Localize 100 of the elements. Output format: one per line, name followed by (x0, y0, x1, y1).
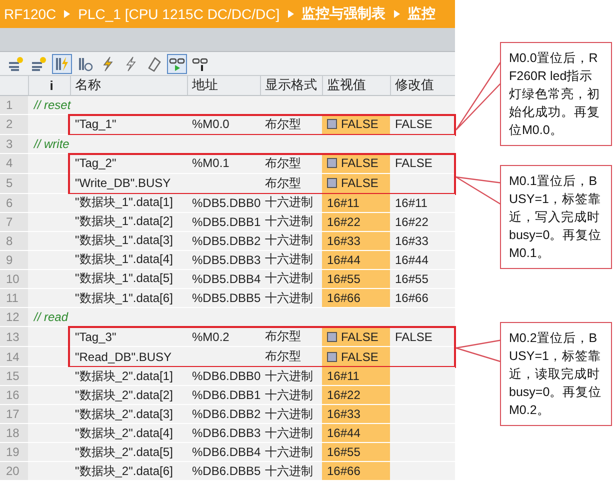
address-cell-text: %DB5.DBB3 (191, 252, 260, 269)
row-number: 12 (0, 308, 28, 326)
modify-value-cell-text: FALSE (394, 116, 434, 134)
monitor-value-cell: 16#44 (322, 424, 390, 442)
tag-name-cell-text: "数据块_1".data[5] (74, 270, 174, 288)
chevron-icon (394, 10, 400, 18)
tag-name-cell-text: "数据块_2".data[5] (74, 444, 174, 461)
format-cell-text: 十六进制 (264, 251, 314, 268)
address-cell-text: %DB6.DBB5 (191, 463, 260, 480)
address-cell-text: %DB5.DBB1 (191, 214, 260, 231)
row-number: 16 (0, 386, 28, 404)
row-number: 17 (0, 405, 28, 424)
format-cell-text: 十六进制 (264, 290, 314, 306)
tag-name-cell-text: "数据块_2".data[4] (74, 424, 174, 442)
row-number: 9 (0, 250, 28, 269)
column-header[interactable]: 名称 (70, 76, 187, 95)
format-cell-text: 布尔型 (264, 116, 302, 133)
chevron-icon (64, 10, 70, 18)
format-cell-text: 十六进制 (264, 444, 314, 461)
modify-value-cell-text: 16#66 (394, 290, 430, 307)
monitor-value-cell: 16#55 (322, 270, 390, 288)
tag-name-cell-text: "数据块_2".data[3] (74, 406, 174, 423)
address-cell-text: %DB6.DBB2 (191, 406, 260, 424)
column-header[interactable]: 监视值 (322, 76, 390, 95)
glasses-icon (192, 56, 208, 72)
tag-name-cell-text: "数据块_1".data[6] (74, 290, 174, 306)
insert-row-icon (31, 56, 47, 72)
monitor-value: FALSE (341, 176, 378, 190)
callout-note: M0.1置位后，BUSY=1，标签靠近，写入完成时busy=0。再复位M0.1。 (500, 165, 612, 269)
row-number: 19 (0, 443, 28, 462)
callout-pointer (455, 176, 503, 206)
row-number: 7 (0, 212, 28, 231)
row-number: 13 (0, 327, 28, 346)
modify-value-cell-text: 16#11 (394, 194, 428, 212)
monitor-value-cell: 16#66 (322, 462, 390, 480)
format-cell-text: 十六进制 (264, 232, 314, 250)
row-number: 11 (0, 289, 28, 308)
monitor-value-cell: 16#44 (322, 250, 390, 269)
bool-square-icon (327, 178, 337, 188)
modify-value-cell-text: 16#33 (394, 232, 430, 250)
row-number: 18 (0, 424, 28, 442)
comment-text: // write (32, 136, 70, 153)
callout-note: M0.2置位后，BUSY=1，标签靠近，读取完成时busy=0。再复位M0.2。 (500, 322, 612, 426)
monitor-value-cell: 16#33 (322, 232, 390, 250)
row-number: 8 (0, 232, 28, 250)
insert-row-icon (8, 56, 24, 72)
monitor-value-cell: 16#11 (322, 367, 390, 386)
modify-value-cell-text: FALSE (394, 155, 434, 172)
address-cell-text: %DB5.DBB2 (191, 232, 260, 250)
glasses-icon (169, 56, 185, 72)
format-cell-text: 十六进制 (264, 213, 314, 230)
column-header[interactable]: 地址 (187, 76, 260, 95)
comment-text: // reset (32, 96, 72, 114)
format-cell-text: 布尔型 (264, 154, 302, 172)
monitor-value-cell: 16#55 (322, 443, 390, 462)
monitor-value-cell: 16#22 (322, 212, 390, 231)
format-cell-text: 十六进制 (264, 270, 314, 288)
column-header[interactable]: i (28, 76, 70, 95)
tag-name-cell-text: "数据块_1".data[1] (74, 194, 174, 212)
column-header[interactable]: 修改值 (390, 76, 455, 95)
tag-name-cell-text: "Write_DB".BUSY (74, 175, 172, 192)
format-cell-text: 十六进制 (264, 194, 314, 212)
address-cell-text: %DB5.DBB4 (191, 270, 260, 288)
chevron-icon (288, 10, 294, 18)
bool-square-icon (327, 332, 337, 342)
column-header[interactable]: 显示格式 (260, 76, 322, 95)
modify-value-cell-text: 16#55 (394, 270, 430, 288)
force-icon (146, 56, 162, 72)
monitor-value-cell: 16#66 (322, 289, 390, 308)
tag-name-cell-text: "Read_DB".BUSY (74, 348, 173, 366)
address-cell-text: %DB5.DBB0 (191, 194, 260, 212)
format-cell-text: 十六进制 (264, 462, 314, 480)
callout-pointer (455, 339, 503, 363)
toolbar-button[interactable] (167, 54, 187, 74)
monitor-value: FALSE (341, 117, 378, 132)
tag-name-cell-text: "数据块_1".data[3] (74, 232, 174, 250)
row-number: 14 (0, 347, 28, 366)
tag-name-cell-text: "Tag_1" (74, 116, 118, 134)
format-cell-text: 十六进制 (264, 424, 314, 442)
lightning-list-icon (54, 56, 70, 72)
bool-square-icon (327, 119, 337, 130)
tag-name-cell-text: "数据块_2".data[2] (74, 386, 174, 404)
row-number: 3 (0, 134, 28, 153)
address-cell-text: %DB6.DBB1 (191, 387, 260, 404)
monitor-value: FALSE (341, 350, 378, 364)
format-cell-text: 布尔型 (264, 174, 302, 192)
tag-name-cell-text: "数据块_2".data[1] (74, 368, 174, 385)
row-number: 6 (0, 194, 28, 212)
row-number: 1 (0, 96, 28, 114)
tag-name-cell-text: "数据块_1".data[2] (74, 213, 174, 230)
tag-name-cell-text: "Tag_2" (74, 155, 118, 172)
clock-list-icon (77, 56, 93, 72)
bool-square-icon (327, 352, 337, 362)
tag-name-cell-text: "Tag_3" (74, 328, 118, 346)
format-cell-text: 布尔型 (264, 328, 302, 346)
format-cell-text: 十六进制 (264, 386, 314, 404)
row-number: 15 (0, 367, 28, 386)
address-cell-text: %M0.0 (191, 116, 230, 134)
format-cell-text: 布尔型 (264, 348, 302, 366)
address-cell-text: %DB6.DBB4 (191, 444, 260, 462)
